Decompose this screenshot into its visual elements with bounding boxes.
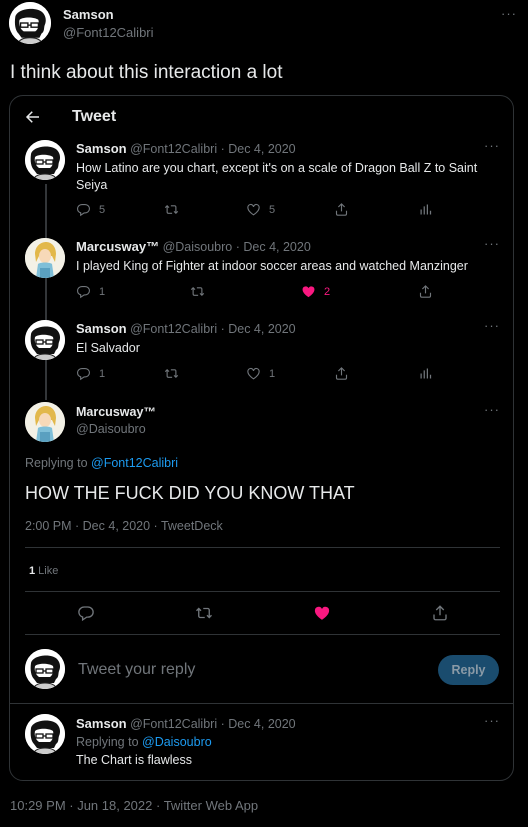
retweet-button[interactable] [164,202,187,217]
analytics-button[interactable] [418,366,433,381]
like-filled-icon [313,604,331,622]
more-options-icon[interactable]: ··· [501,6,517,21]
avatar[interactable] [25,140,65,180]
like-filled-icon [301,284,316,299]
reply-icon [76,366,91,381]
like-button[interactable]: 2 [301,284,330,299]
author-name[interactable]: Marcusway™ [76,239,159,254]
author-handle[interactable]: @Font12Calibri [130,717,217,731]
reply-icon [77,604,95,622]
author-handle[interactable]: @Daisoubro [76,422,146,436]
tweet-text: How Latino are you chart, except it's on… [76,161,478,192]
analytics-icon [418,366,433,381]
share-icon [418,284,433,299]
reply-icon [76,284,91,299]
mention-link[interactable]: @Daisoubro [142,735,212,749]
more-options-icon[interactable]: ··· [484,236,500,251]
author-handle[interactable]: @Font12Calibri [63,25,154,40]
share-button[interactable] [334,366,349,381]
share-icon [334,366,349,381]
author-name[interactable]: Samson [63,7,114,22]
page-title: Tweet [72,108,117,125]
avatar[interactable] [25,714,65,754]
reply-icon [76,202,91,217]
thread-tweet[interactable]: Samson @Font12Calibri · Dec 4, 2020 ··· … [10,316,513,388]
analytics-icon [418,202,433,217]
retweet-icon [195,604,213,622]
reply-button[interactable]: 1 [76,366,105,381]
tweet-text: I think about this interaction a lot [10,62,283,83]
like-count: 5 [269,203,276,216]
author-name[interactable]: Marcusway™ [76,405,156,419]
retweet-icon [164,366,179,381]
thread-tweet[interactable]: Samson @Font12Calibri · Dec 4, 2020 ··· … [10,136,513,222]
like-button[interactable]: 1 [246,366,275,381]
retweet-icon [164,202,179,217]
reply-button[interactable]: 5 [76,202,105,217]
tweet-date[interactable]: · Dec 4, 2020 [221,142,296,156]
tweet-date[interactable]: · Dec 4, 2020 [221,322,296,336]
thread-tweet[interactable]: Marcusway™ @Daisoubro · Dec 4, 2020 ··· … [10,234,513,306]
replying-to: Replying to @Daisoubro [76,735,212,749]
reply-button[interactable] [77,604,95,627]
avatar[interactable] [9,2,51,44]
avatar [25,649,65,689]
retweet-icon [190,284,205,299]
analytics-button[interactable] [418,202,433,217]
tweet-meta[interactable]: 10:29 PM · Jun 18, 2022 · Twitter Web Ap… [10,798,258,813]
author-handle[interactable]: @Daisoubro [163,240,233,254]
retweet-button[interactable] [164,366,187,381]
retweet-button[interactable] [190,284,213,299]
more-options-icon[interactable]: ··· [484,713,500,728]
like-count: 1 [269,367,276,380]
like-button[interactable] [313,604,331,627]
author-name[interactable]: Samson [76,716,127,731]
embedded-tweet-card[interactable]: Tweet Samson @Font12Calibri · Dec 4, 202… [9,95,514,781]
author-name[interactable]: Samson [76,321,127,336]
share-icon [334,202,349,217]
retweet-button[interactable] [195,604,213,627]
reply-submit-button[interactable]: Reply [438,655,499,685]
mention-link[interactable]: @Font12Calibri [91,456,178,470]
divider [25,547,500,548]
like-count: 2 [324,285,331,298]
replying-to-label: Replying to [25,456,92,470]
share-button[interactable] [418,284,433,299]
avatar[interactable] [25,238,65,278]
avatar[interactable] [25,320,65,360]
share-button[interactable] [431,604,449,627]
like-icon [246,202,261,217]
like-stats[interactable]: 1 Like [29,565,58,577]
like-icon [246,366,261,381]
tweet-text: The Chart is flawless [76,753,193,767]
divider [25,591,500,592]
tweet-text: I played King of Fighter at indoor socce… [76,259,468,273]
reply-count: 1 [99,367,106,380]
reply-count: 5 [99,203,106,216]
avatar[interactable] [25,402,65,442]
divider [10,703,513,704]
tweet-meta[interactable]: 2:00 PM · Dec 4, 2020 · TweetDeck [25,519,223,533]
author-handle[interactable]: @Font12Calibri [130,322,217,336]
like-button[interactable]: 5 [246,202,275,217]
replying-to: Replying to @Font12Calibri [25,456,178,470]
more-options-icon[interactable]: ··· [484,138,500,153]
reply-input[interactable]: Tweet your reply [78,661,195,679]
author-handle[interactable]: @Font12Calibri [130,142,217,156]
replying-to-label: Replying to [76,735,143,749]
author-name[interactable]: Samson [76,141,127,156]
tweet-date[interactable]: · Dec 4, 2020 [221,717,296,731]
back-arrow-icon[interactable] [24,108,44,126]
tweet-text: El Salvador [76,341,140,355]
share-button[interactable] [334,202,349,217]
share-icon [431,604,449,622]
like-label: Like [35,565,59,577]
reply-count: 1 [99,285,106,298]
focused-tweet-text: HOW THE FUCK DID YOU KNOW THAT [25,483,355,503]
reply-button[interactable]: 1 [76,284,105,299]
tweet-date[interactable]: · Dec 4, 2020 [236,240,311,254]
more-options-icon[interactable]: ··· [484,318,500,333]
divider [25,634,500,635]
more-options-icon[interactable]: ··· [484,402,500,417]
